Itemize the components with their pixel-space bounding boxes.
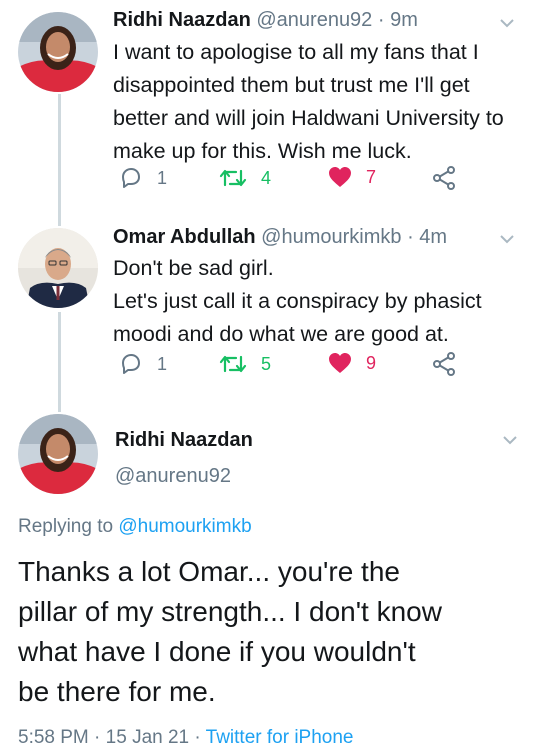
heart-icon [329,353,351,373]
tweet-actions: 1 4 7 [113,166,473,196]
like-count: 7 [366,166,377,187]
retweet-icon [219,169,247,187]
tweet-time[interactable]: · 9m [378,9,418,31]
tweet-source-link[interactable]: Twitter for iPhone [206,727,354,748]
tweet-date: · 15 Jan 21 · [94,727,201,748]
avatar-photo [18,12,98,92]
tweet-text-line: better and will join Haldwani University… [113,106,504,130]
tweet-text-line: what have I done if you wouldn't [18,636,416,667]
share-icon [433,166,455,190]
tweet-text-line: be there for me. [18,676,216,707]
tweet-text-line: make up for this. Wish me luck. [113,139,412,163]
heart-icon [329,167,351,187]
like-count: 9 [366,352,377,373]
tweet-text: Don't be sad girl. Let's just call it a … [113,252,482,351]
user-handle[interactable]: @humourkimkb [261,226,401,248]
tweet-text-line: moodi and do what we are good at. [113,322,449,346]
share-button[interactable] [431,352,457,376]
retweet-button[interactable]: 5 [219,352,271,376]
tweet-text-line: Let's just call it a conspiracy by phasi… [113,289,482,313]
share-button[interactable] [431,166,457,190]
chevron-down-icon[interactable] [499,429,521,451]
avatar[interactable] [18,228,98,308]
reply-count: 1 [157,167,168,188]
tweet-text-line: disappointed them but trust me I'll get [113,73,470,97]
user-handle[interactable]: @anurenu92 [256,9,372,31]
replying-to-label: Replying to [18,516,114,537]
reply-count: 1 [157,353,168,374]
like-button[interactable]: 9 [328,352,376,374]
thread-line [58,312,61,412]
display-name[interactable]: Omar Abdullah [113,226,256,248]
retweet-count: 5 [261,353,272,374]
tweet-meta: 5:58 PM · 15 Jan 21 · Twitter for iPhone [18,727,354,749]
share-icon [433,352,455,376]
retweet-button[interactable]: 4 [219,166,271,190]
avatar-photo [18,228,98,308]
main-display-name[interactable]: Ridhi Naazdan [115,429,253,452]
like-button[interactable]: 7 [328,166,376,188]
tweet-text-line: Thanks a lot Omar... you're the [18,556,400,587]
avatar[interactable] [18,12,98,92]
reply-button[interactable]: 1 [119,352,167,376]
reply-icon [122,168,140,188]
retweet-count: 4 [261,167,272,188]
main-user-handle[interactable]: @anurenu92 [115,465,231,488]
display-name[interactable]: Ridhi Naazdan [113,9,251,31]
retweet-icon [219,355,247,373]
tweet-time[interactable]: · 4m [407,226,447,248]
tweet-time[interactable]: 5:58 PM [18,727,89,748]
tweet-text-line: I want to apologise to all my fans that … [113,40,479,64]
chevron-down-icon[interactable] [496,12,518,34]
thread-line [58,94,61,226]
tweet-text: I want to apologise to all my fans that … [113,36,504,168]
tweet-text-line: Don't be sad girl. [113,256,274,280]
replying-to: Replying to @humourkimkb [18,516,252,538]
tweet-header: Omar Abdullah @humourkimkb · 4m [113,226,447,249]
main-tweet-text: Thanks a lot Omar... you're the pillar o… [18,552,442,712]
tweet-actions: 1 5 9 [113,352,473,382]
avatar-photo [18,414,98,494]
avatar[interactable] [18,414,98,494]
replying-to-handle[interactable]: @humourkimkb [118,516,251,537]
tweet-header: Ridhi Naazdan @anurenu92 · 9m [113,9,418,32]
chevron-down-icon[interactable] [496,228,518,250]
reply-button[interactable]: 1 [119,166,167,190]
tweet-text-line: pillar of my strength... I don't know [18,596,442,627]
display-name[interactable]: Ridhi Naazdan [115,429,253,451]
reply-icon [122,354,140,374]
